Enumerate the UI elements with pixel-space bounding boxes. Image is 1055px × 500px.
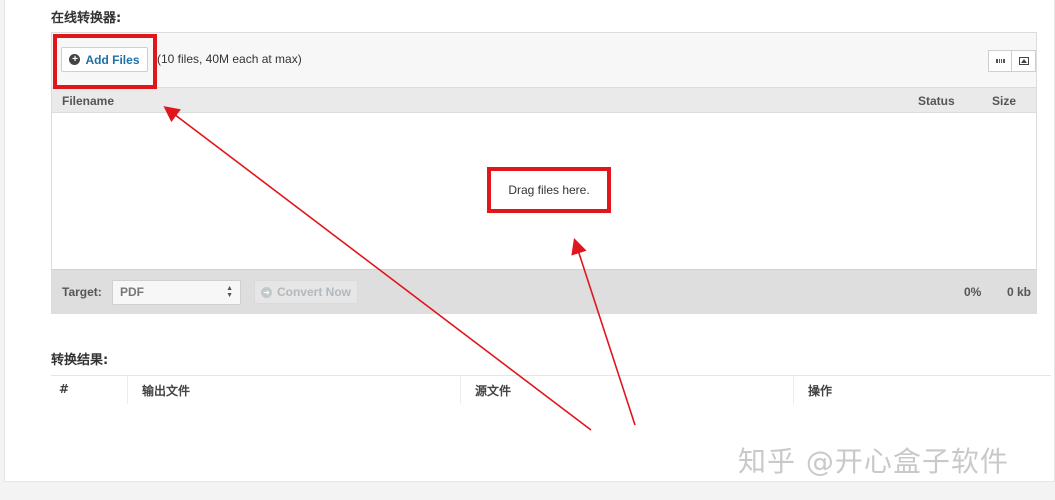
results-column-output-label: 输出文件	[142, 384, 191, 398]
column-size: Size	[992, 94, 1017, 108]
list-view-button[interactable]	[988, 50, 1012, 72]
uploader-footer: Target: PDF ▲ ▼ ➜ Convert Now 0% 0 kb	[52, 269, 1036, 314]
annotation-box-drop: Drag files here.	[487, 167, 611, 213]
convert-now-label: Convert Now	[276, 285, 351, 299]
results-column-index-label: #	[59, 382, 70, 396]
target-label: Target:	[62, 285, 102, 299]
results-column-source-label: 源文件	[475, 384, 512, 398]
results-column-source: 源文件	[460, 376, 793, 404]
drop-zone-text: Drag files here.	[508, 183, 590, 197]
list-view-icon	[995, 59, 1005, 63]
convert-now-button[interactable]: ➜ Convert Now	[254, 280, 358, 304]
target-format-select[interactable]: PDF ▲ ▼	[112, 280, 241, 305]
total-size: 0 kb	[1007, 285, 1032, 299]
file-limit-text: (10 files, 40M each at max)	[157, 52, 302, 66]
column-status: Status	[918, 94, 955, 108]
converter-section-title: 在线转换器:	[51, 11, 122, 26]
watermark: 知乎 @开心盒子软件	[738, 445, 1009, 478]
uploader-toolbar: + Add Files (10 files, 40M each at max)	[52, 33, 1036, 87]
results-column-actions-label: 操作	[808, 384, 833, 398]
results-table-header: # 输出文件 源文件 操作	[51, 375, 1051, 405]
results-column-actions: 操作	[793, 376, 1051, 404]
target-format-value: PDF	[120, 285, 144, 299]
thumbnail-view-button[interactable]	[1012, 50, 1036, 72]
results-column-index: #	[51, 376, 127, 404]
select-arrows-icon: ▲ ▼	[226, 285, 233, 299]
results-column-output: 输出文件	[127, 376, 460, 404]
thumbnail-view-icon	[1018, 57, 1029, 65]
results-section-title: 转换结果:	[51, 353, 109, 368]
annotation-box-add-files	[53, 34, 157, 89]
arrow-right-circle-icon: ➜	[260, 286, 272, 298]
file-list-header: Filename Status Size	[52, 87, 1036, 113]
progress-percent: 0%	[964, 285, 982, 299]
view-toggle	[988, 50, 1036, 72]
column-filename: Filename	[62, 94, 115, 108]
